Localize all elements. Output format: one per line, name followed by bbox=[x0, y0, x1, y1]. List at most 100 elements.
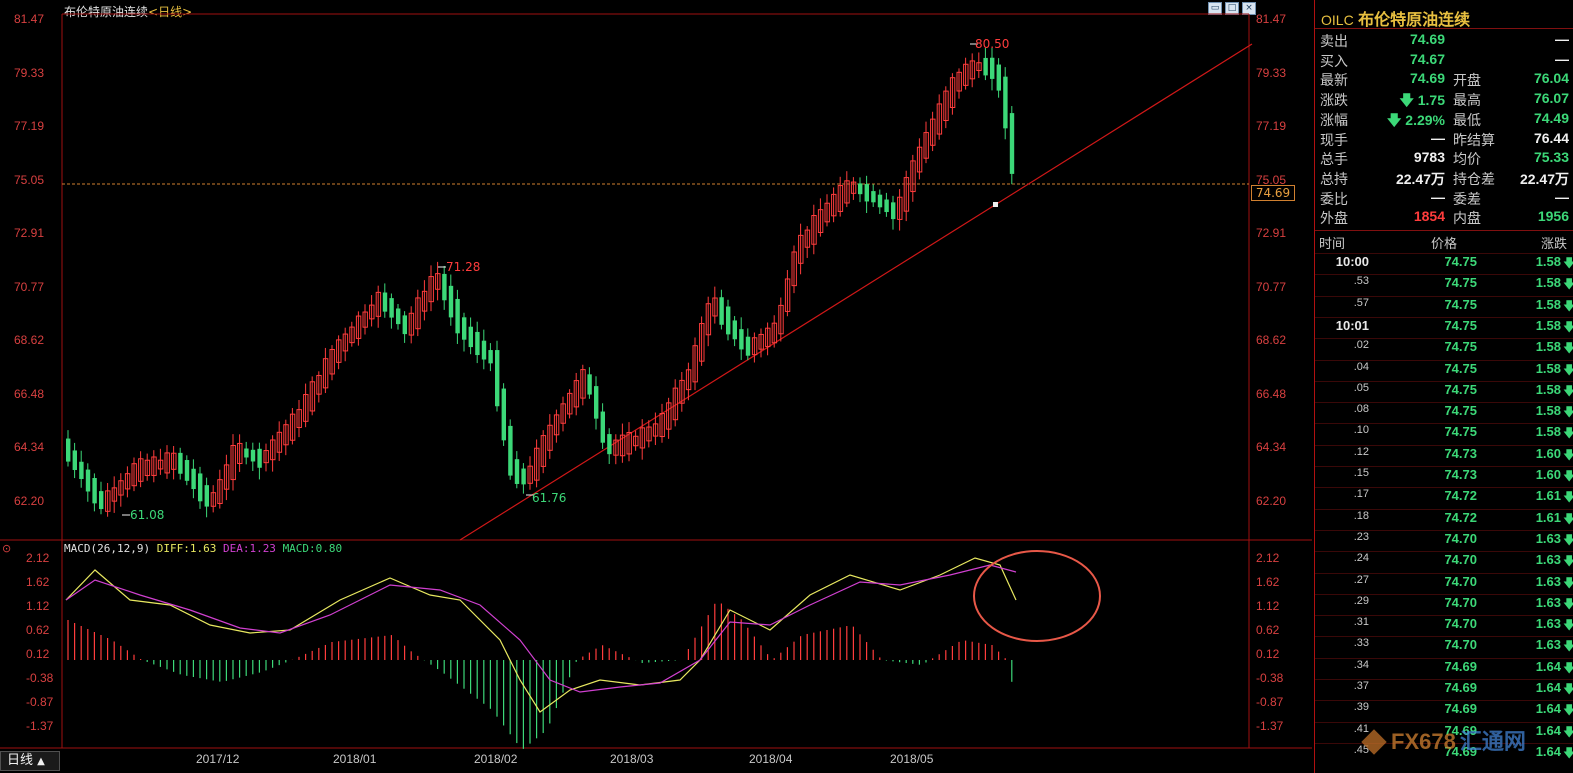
period-button[interactable]: 日线 ▲ bbox=[0, 751, 60, 771]
candle-body bbox=[257, 448, 262, 468]
macd-tick-label: 1.12 bbox=[1256, 599, 1280, 613]
macd-tick-label: 2.12 bbox=[26, 551, 50, 565]
tick-row: .53 74.75 1.58 🡇 bbox=[1315, 274, 1573, 296]
price-tick-label: 68.62 bbox=[14, 333, 45, 347]
macd-name: MACD(26,12,9) bbox=[64, 542, 151, 555]
price-chart[interactable] bbox=[0, 0, 1312, 773]
tick-row: .15 74.73 1.60 🡇 bbox=[1315, 466, 1573, 488]
quote-label: 昨结算 bbox=[1453, 132, 1495, 149]
candle-body bbox=[864, 184, 869, 202]
arrow-down-icon: 🡇 bbox=[1563, 426, 1573, 441]
tick-price: 74.70 bbox=[1444, 573, 1477, 589]
candle-body bbox=[521, 468, 526, 485]
macd-tick-label: -0.87 bbox=[1256, 695, 1284, 709]
watermark-logo-icon bbox=[1361, 729, 1387, 755]
quote-label: 均价 bbox=[1453, 152, 1481, 169]
tick-time: .23 bbox=[1353, 530, 1369, 543]
tick-time: .31 bbox=[1353, 616, 1369, 629]
quote-row: 涨跌 🡇 1.75 最高 76.07 bbox=[1315, 90, 1573, 109]
tick-change: 1.63 bbox=[1535, 530, 1561, 546]
tick-change: 1.63 bbox=[1535, 616, 1561, 632]
quote-row: 买入 74.67 — bbox=[1315, 51, 1573, 70]
chart-panel[interactable]: 布伦特原油连续<日线> ▭ □ × 80.50 71.28 61.08 61.7… bbox=[0, 0, 1312, 773]
quote-label: 最高 bbox=[1453, 93, 1481, 110]
candle-body bbox=[79, 461, 84, 480]
trendline-marker bbox=[993, 202, 998, 207]
candle-body bbox=[891, 202, 896, 220]
arrow-down-icon: 🡇 bbox=[1563, 724, 1573, 739]
tick-row: .10 74.75 1.58 🡇 bbox=[1315, 423, 1573, 445]
ticks-header-price: 价格 bbox=[1431, 237, 1458, 252]
watermark: FX678 汇通网 bbox=[1361, 724, 1526, 756]
quote-label: 卖出 bbox=[1320, 34, 1348, 50]
candle-body bbox=[92, 478, 97, 504]
quote-value: — bbox=[1555, 31, 1569, 47]
candle-body bbox=[389, 298, 394, 318]
quote-row: 总手 9783 均价 75.33 bbox=[1315, 149, 1573, 168]
tick-time: .10 bbox=[1353, 424, 1369, 437]
tick-time: .15 bbox=[1353, 467, 1369, 479]
tick-change: 1.58 bbox=[1535, 275, 1561, 291]
candle-body bbox=[191, 468, 196, 490]
arrow-down-icon: 🡇 bbox=[1563, 532, 1573, 547]
tick-time: .18 bbox=[1353, 509, 1369, 522]
tick-row: .27 74.70 1.63 🡇 bbox=[1315, 572, 1573, 595]
candle-body bbox=[732, 320, 737, 340]
macd-settings-icon[interactable]: ⊙ bbox=[2, 542, 11, 555]
tick-price: 74.73 bbox=[1444, 467, 1477, 482]
quote-label: 开盘 bbox=[1453, 73, 1481, 90]
quote-row: 最新 74.69 开盘 76.04 bbox=[1315, 70, 1573, 89]
tick-row: .12 74.73 1.60 🡇 bbox=[1315, 444, 1573, 467]
quote-label: 最新 bbox=[1320, 73, 1348, 90]
candle-body bbox=[178, 452, 183, 474]
candle-body bbox=[858, 183, 863, 195]
candle-body bbox=[990, 57, 995, 79]
tick-row: .39 74.69 1.64 🡇 bbox=[1315, 700, 1573, 722]
tick-change: 1.63 bbox=[1535, 552, 1561, 568]
tick-change: 1.58 bbox=[1535, 403, 1561, 419]
arrow-down-icon: 🡇 bbox=[1563, 575, 1573, 590]
quote-value: 1956 bbox=[1537, 208, 1569, 225]
candle-body bbox=[475, 331, 480, 356]
tick-time: .08 bbox=[1353, 403, 1369, 416]
tick-change: 1.64 bbox=[1535, 658, 1561, 674]
candle-body bbox=[983, 57, 988, 76]
tick-row: .24 74.70 1.63 🡇 bbox=[1315, 551, 1573, 573]
arrow-down-icon: 🡇 bbox=[1563, 405, 1573, 420]
ticks-header-change: 涨跌 bbox=[1541, 237, 1568, 252]
tick-time: .17 bbox=[1353, 488, 1369, 501]
arrow-down-icon: 🡇 bbox=[1563, 256, 1573, 270]
macd-tick-label: 0.12 bbox=[26, 647, 50, 661]
tick-change: 1.63 bbox=[1535, 573, 1561, 589]
price-tick-label: 72.91 bbox=[1256, 226, 1287, 240]
price-tick-label: 75.05 bbox=[14, 172, 45, 187]
price-tick-label: 68.62 bbox=[1256, 333, 1287, 347]
macd-tick-label: -0.38 bbox=[1256, 671, 1284, 685]
tick-price: 74.69 bbox=[1444, 701, 1477, 717]
tick-time: .57 bbox=[1353, 296, 1369, 309]
x-tick-label: 2018/03 bbox=[610, 752, 654, 766]
tick-price: 74.70 bbox=[1444, 552, 1477, 568]
candle-body bbox=[600, 411, 605, 443]
tick-price: 74.73 bbox=[1444, 445, 1477, 461]
triangle-up-icon: ▲ bbox=[37, 756, 45, 767]
quote-code: OILC bbox=[1321, 12, 1354, 28]
quote-row: 总持 22.47万 持仓差 22.47万 bbox=[1315, 169, 1573, 188]
quote-label: 持仓差 bbox=[1453, 171, 1495, 188]
tick-price: 74.75 bbox=[1444, 339, 1477, 355]
candle-body bbox=[607, 434, 612, 455]
quote-value: 74.69 bbox=[1409, 70, 1445, 87]
quote-label: 涨幅 bbox=[1320, 112, 1348, 129]
tick-change: 1.63 bbox=[1535, 637, 1561, 653]
quote-row: 卖出 74.69 — bbox=[1315, 31, 1573, 50]
quote-value: 76.44 bbox=[1533, 129, 1569, 146]
last-price-tag: 74.69 bbox=[1251, 185, 1295, 201]
tick-change: 1.61 bbox=[1535, 509, 1561, 525]
quote-label: 总手 bbox=[1320, 152, 1348, 169]
candle-body bbox=[396, 308, 401, 325]
candle-body bbox=[481, 340, 487, 360]
quote-row: 委比 — 委差 — bbox=[1315, 189, 1573, 208]
tick-row: .02 74.75 1.58 🡇 bbox=[1315, 338, 1573, 360]
candle-body bbox=[514, 459, 520, 484]
price-tick-label: 81.47 bbox=[1256, 12, 1287, 26]
